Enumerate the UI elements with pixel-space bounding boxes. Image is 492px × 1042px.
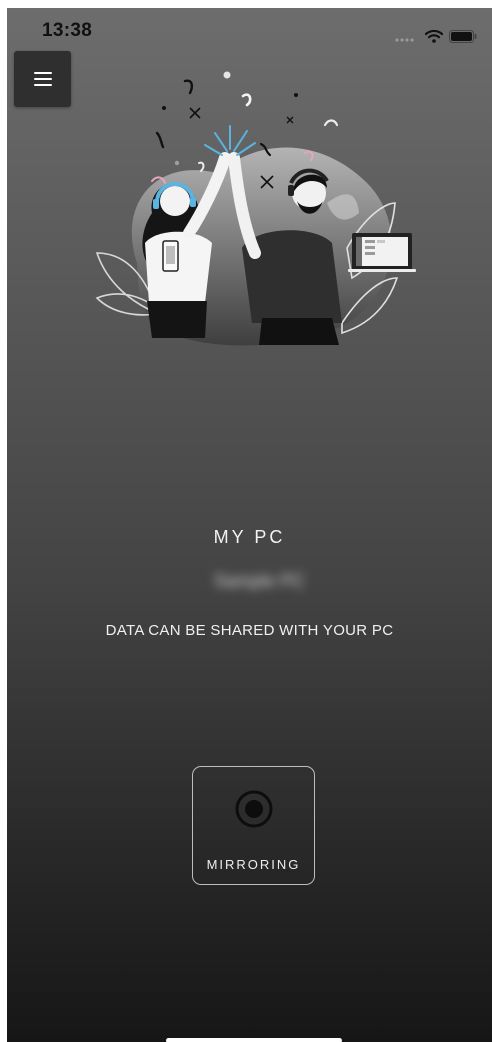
high-five-illustration [95, 71, 416, 346]
mirroring-button[interactable]: MIRRORING [192, 766, 315, 885]
record-icon [235, 790, 273, 828]
pc-title: MY PC [213, 527, 286, 547]
menu-button[interactable] [14, 51, 71, 107]
cellular-signal-icon [395, 38, 414, 42]
share-status-text: DATA CAN BE SHARED WITH YOUR PC [105, 622, 394, 639]
app-screen: 13:38 MY PC Sample PC DATA CAN BE SHARED… [7, 8, 492, 1042]
pc-name: Sample PC [213, 571, 306, 591]
wifi-icon [425, 29, 443, 43]
battery-icon [449, 30, 477, 43]
status-bar: 13:38 [7, 8, 492, 52]
home-indicator [166, 1038, 342, 1042]
status-time: 13:38 [42, 20, 93, 41]
hamburger-menu-icon [33, 72, 52, 86]
mirroring-label: MIRRORING [206, 857, 301, 872]
